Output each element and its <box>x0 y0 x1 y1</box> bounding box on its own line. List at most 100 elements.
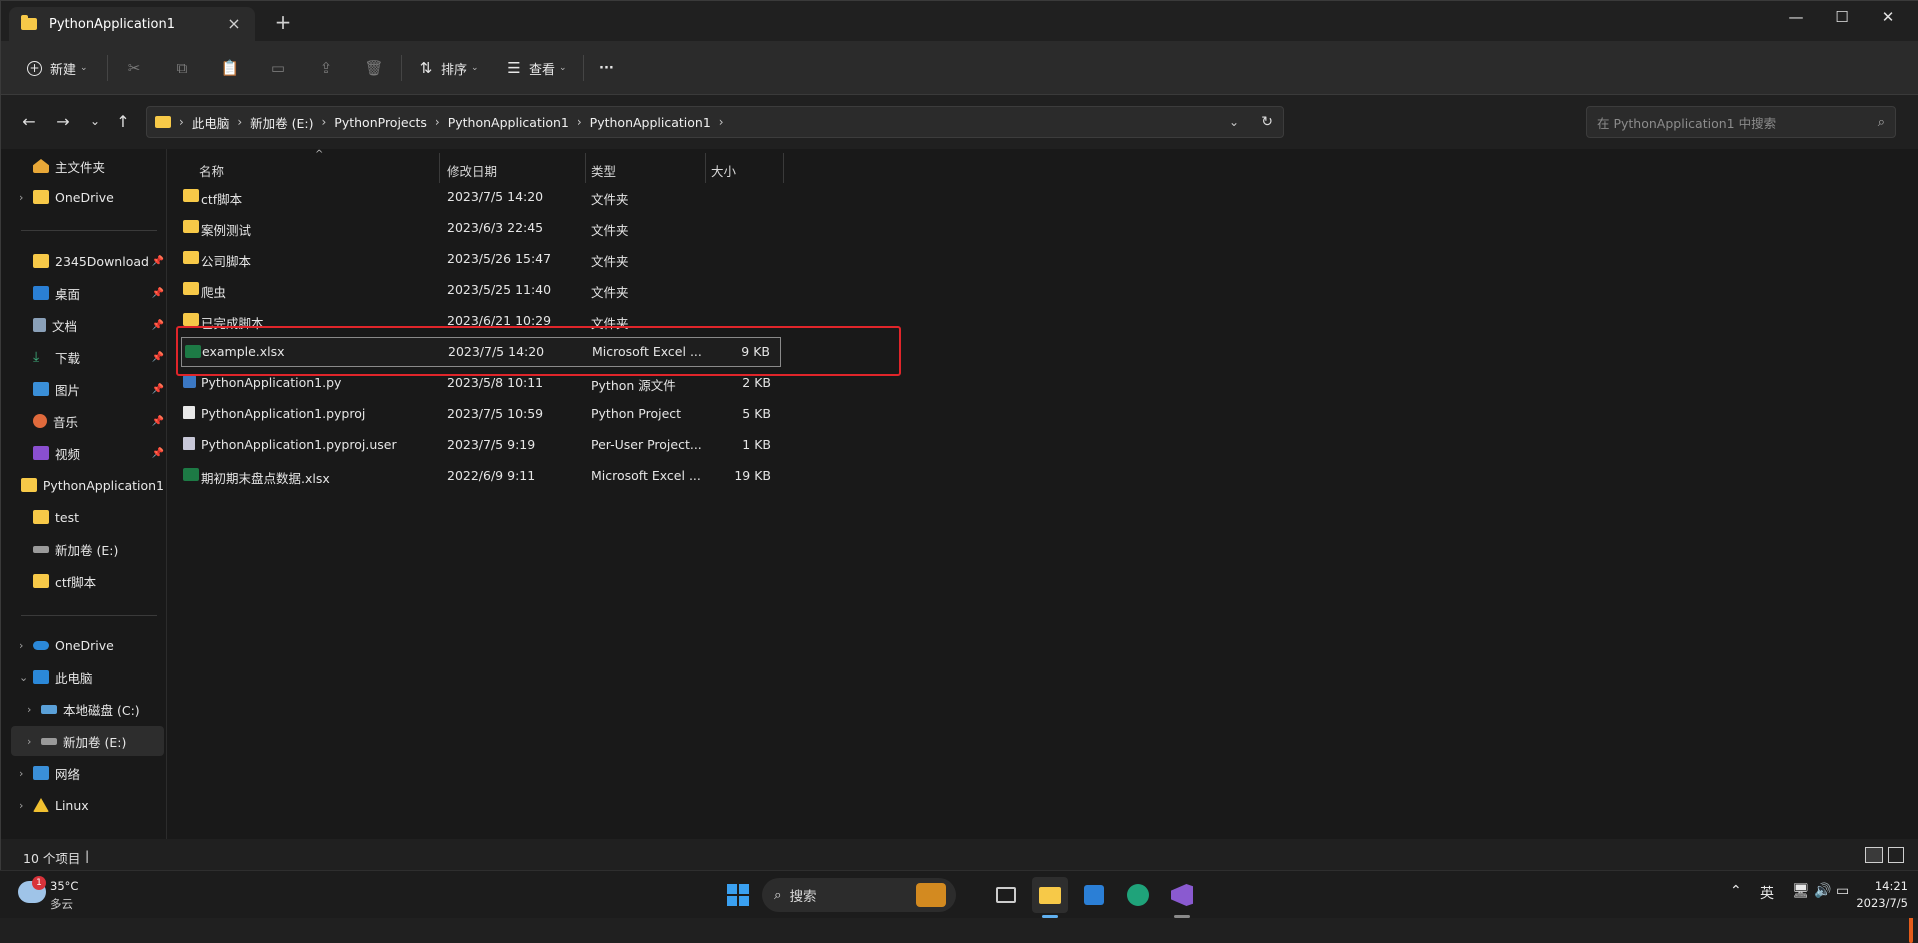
folder-icon <box>33 574 49 588</box>
sidebar-item-drive-c[interactable]: › 本地磁盘 (C:) <box>11 694 164 724</box>
sidebar-item-music[interactable]: 音乐 📌 <box>11 406 164 436</box>
trash-icon: 🗑 <box>364 59 384 77</box>
file-row-pythonapplication1-pyproj[interactable]: PythonApplication1.pyproj 2023/7/5 10:59… <box>181 399 781 429</box>
ime-indicator[interactable]: 英 <box>1760 883 1774 903</box>
column-divider[interactable] <box>439 153 440 183</box>
task-view-button[interactable] <box>988 877 1024 913</box>
new-tab-button[interactable]: + <box>273 12 293 33</box>
weather-description[interactable]: 多云 <box>50 896 73 912</box>
chevron-right-icon[interactable]: › <box>19 639 23 652</box>
sidebar-item-downloads[interactable]: ⤓ 下载 📌 <box>11 342 164 372</box>
details-view-icon[interactable] <box>1865 847 1883 863</box>
folder-icon <box>183 313 199 326</box>
chevron-right-icon[interactable]: › <box>19 767 23 780</box>
clock-time[interactable]: 14:21 <box>1864 879 1908 893</box>
taskbar-store[interactable] <box>1076 877 1112 913</box>
chevron-down-icon: ⌄ <box>471 63 479 73</box>
cut-button[interactable]: ✂ <box>125 54 143 82</box>
sidebar-item-videos[interactable]: 视频 📌 <box>11 438 164 468</box>
tab-pythonapplication1[interactable]: PythonApplication1 × <box>9 7 255 41</box>
tiles-view-icon[interactable] <box>1888 847 1904 863</box>
file-row-case-tests[interactable]: 案例测试 2023/6/3 22:45 文件夹 <box>181 213 781 243</box>
sidebar-item-drive-e[interactable]: 新加卷 (E:) <box>11 534 164 564</box>
network-status-icon[interactable]: 🖥 <box>1792 883 1810 899</box>
volume-icon[interactable]: 🔊 <box>1814 883 1831 899</box>
sidebar-item-onedrive[interactable]: › OneDrive <box>11 630 164 660</box>
show-hidden-icons-chevron-icon[interactable]: ⌃ <box>1730 883 1742 899</box>
chevron-right-icon[interactable]: › <box>27 735 31 748</box>
sidebar-item-pythonapplication1[interactable]: PythonApplication1 <box>11 470 164 500</box>
clock-date[interactable]: 2023/7/5 <box>1846 896 1908 910</box>
sidebar-item-pictures[interactable]: 图片 📌 <box>11 374 164 404</box>
sidebar-item-test[interactable]: test <box>11 502 164 532</box>
sidebar-item-2345download[interactable]: 2345Download 📌 <box>11 246 164 276</box>
forward-arrow-icon[interactable]: → <box>51 109 75 133</box>
taskbar-visual-studio[interactable] <box>1164 877 1200 913</box>
sidebar-item-home[interactable]: 主文件夹 <box>11 151 164 181</box>
column-header-name[interactable]: 名称 <box>199 155 224 185</box>
column-header-type[interactable]: 类型 <box>591 155 616 185</box>
column-divider[interactable] <box>705 153 706 183</box>
pin-icon: 📌 <box>151 383 164 395</box>
start-button[interactable] <box>720 877 756 913</box>
column-divider[interactable] <box>585 153 586 183</box>
file-type: Python Project <box>591 406 682 421</box>
search-input[interactable]: 在 PythonApplication1 中搜索 ⌕ <box>1586 106 1896 138</box>
new-button[interactable]: + 新建 ⌄ <box>27 54 88 82</box>
sidebar-item-documents[interactable]: 文档 📌 <box>11 310 164 340</box>
share-icon: ⇪ <box>319 59 333 77</box>
breadcrumb-drive-e[interactable]: 新加卷 (E:) <box>250 113 313 132</box>
chevron-right-icon[interactable]: › <box>27 703 31 716</box>
breadcrumb-pythonprojects[interactable]: PythonProjects <box>334 115 427 130</box>
paste-button[interactable]: 📋 <box>220 54 240 82</box>
column-header-date[interactable]: 修改日期 <box>447 155 497 185</box>
file-row-ctf-scripts[interactable]: ctf脚本 2023/7/5 14:20 文件夹 <box>181 182 781 212</box>
taskbar-file-explorer[interactable] <box>1032 877 1068 913</box>
weather-badge: 1 <box>32 876 46 890</box>
tab-close-icon[interactable]: × <box>223 12 245 34</box>
rename-button[interactable]: ▭ <box>269 54 287 82</box>
more-options-button[interactable]: ··· <box>599 54 614 82</box>
minimize-button[interactable]: — <box>1773 5 1819 29</box>
breadcrumb-pythonapplication1-sub[interactable]: PythonApplication1 <box>590 115 711 130</box>
back-arrow-icon[interactable]: ← <box>17 109 41 133</box>
close-button[interactable]: ✕ <box>1865 5 1911 29</box>
breadcrumb-pythonapplication1[interactable]: PythonApplication1 <box>448 115 569 130</box>
file-row-pythonapplication1-pyproj-user[interactable]: PythonApplication1.pyproj.user 2023/7/5 … <box>181 430 781 460</box>
breadcrumb-this-pc[interactable]: 此电脑 <box>192 113 230 132</box>
sidebar-item-drive-e-tree[interactable]: › 新加卷 (E:) <box>11 726 164 756</box>
taskbar-search[interactable]: ⌕ 搜索 <box>762 878 956 912</box>
sidebar-item-desktop[interactable]: 桌面 📌 <box>11 278 164 308</box>
column-header-size[interactable]: 大小 <box>711 155 736 185</box>
view-button[interactable]: ☰ 查看 ⌄ <box>505 54 566 82</box>
sidebar-item-label: 主文件夹 <box>55 159 106 175</box>
chevron-right-icon[interactable]: › <box>19 799 23 812</box>
copy-button[interactable]: ⧉ <box>173 54 191 82</box>
taskbar-edge[interactable] <box>1120 877 1156 913</box>
refresh-icon[interactable]: ↻ <box>1261 114 1273 130</box>
address-dropdown-icon[interactable]: ⌄ <box>1229 115 1239 129</box>
file-type: Microsoft Excel ... <box>591 468 701 483</box>
file-row-inventory-xlsx[interactable]: 期初期末盘点数据.xlsx 2022/6/9 9:11 Microsoft Ex… <box>181 461 781 491</box>
file-name: 期初期末盘点数据.xlsx <box>201 471 330 486</box>
column-divider[interactable] <box>783 153 784 183</box>
sidebar-item-linux[interactable]: › Linux <box>11 790 164 820</box>
up-arrow-icon[interactable]: ↑ <box>111 109 135 133</box>
share-button[interactable]: ⇪ <box>317 54 335 82</box>
sidebar-item-ctf-scripts[interactable]: ctf脚本 <box>11 566 164 596</box>
file-row-company-scripts[interactable]: 公司脚本 2023/5/26 15:47 文件夹 <box>181 244 781 274</box>
delete-button[interactable]: 🗑 <box>364 54 384 82</box>
file-row-crawler[interactable]: 爬虫 2023/5/25 11:40 文件夹 <box>181 275 781 305</box>
sidebar-item-onedrive-folder[interactable]: › OneDrive <box>11 182 164 212</box>
weather-temperature[interactable]: 35°C <box>50 879 78 893</box>
status-bar: 10 个项目 | <box>1 839 1918 871</box>
sort-button[interactable]: ⇅ 排序 ⌄ <box>417 54 479 82</box>
address-bar[interactable]: › 此电脑 › 新加卷 (E:) › PythonProjects › Pyth… <box>146 106 1284 138</box>
paste-icon: 📋 <box>220 59 240 77</box>
recent-locations-chevron-icon[interactable]: ⌄ <box>83 109 107 133</box>
chevron-down-icon[interactable]: ⌄ <box>19 671 28 684</box>
sidebar-item-this-pc[interactable]: ⌄ 此电脑 <box>11 662 164 692</box>
breadcrumb-separator-icon: › <box>434 115 440 129</box>
sidebar-item-network[interactable]: › 网络 <box>11 758 164 788</box>
maximize-button[interactable]: ☐ <box>1819 5 1865 29</box>
